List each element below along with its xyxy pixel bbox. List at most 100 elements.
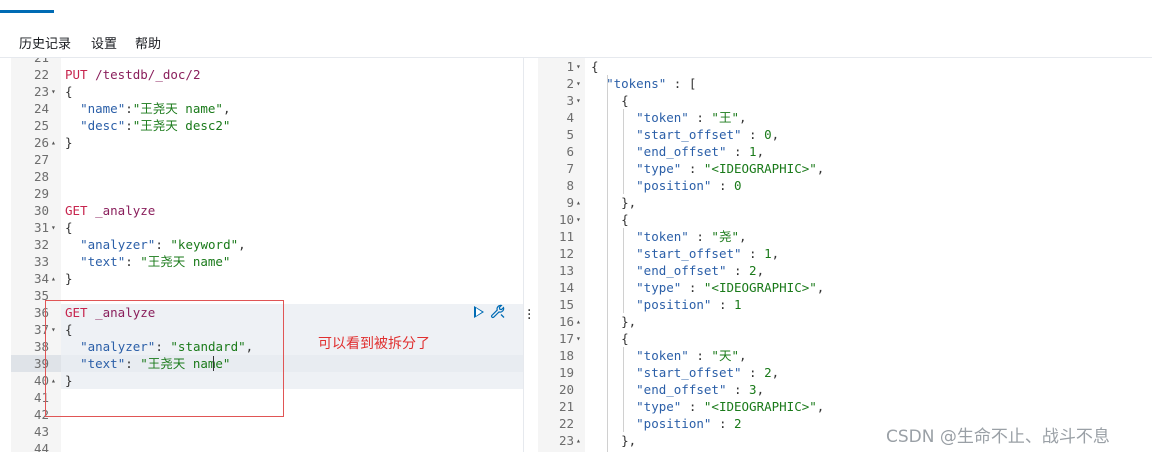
code-text[interactable]: "start_offset" : 2, xyxy=(591,364,779,381)
vertical-dots-icon[interactable]: · · · xyxy=(527,304,531,326)
code-token: : xyxy=(726,144,750,159)
text-cursor xyxy=(213,356,214,371)
code-text[interactable]: "type" : "<IDEOGRAPHIC>", xyxy=(591,398,824,415)
code-token: , xyxy=(738,229,747,244)
code-token: : xyxy=(125,118,133,133)
code-text[interactable]: }, xyxy=(591,432,636,449)
fold-close-icon[interactable]: ▴ xyxy=(51,372,56,389)
code-token: : xyxy=(125,101,133,116)
code-text[interactable]: "position" : 1 xyxy=(591,296,741,313)
code-text[interactable]: } xyxy=(65,270,73,287)
menu-help[interactable]: 帮助 xyxy=(135,33,161,52)
code-token: "<IDEOGRAPHIC>" xyxy=(703,161,817,176)
code-text[interactable]: }, xyxy=(591,313,636,330)
fold-close-icon[interactable]: ▴ xyxy=(576,313,581,330)
code-text[interactable]: } xyxy=(65,372,73,389)
code-text[interactable]: "text": "王尧天 name" xyxy=(65,253,230,270)
code-text[interactable]: "end_offset" : 3, xyxy=(591,381,764,398)
code-text[interactable]: "end_offset" : 1, xyxy=(591,143,764,160)
fold-open-icon[interactable]: ▾ xyxy=(576,92,581,109)
code-token: "王尧天 desc2" xyxy=(132,118,231,133)
code-text[interactable]: "position" : 2 xyxy=(591,415,741,432)
code-token: : xyxy=(741,365,765,380)
code-token: "<IDEOGRAPHIC>" xyxy=(703,280,817,295)
code-token: "token" xyxy=(636,110,689,125)
code-text[interactable]: "type" : "<IDEOGRAPHIC>", xyxy=(591,279,824,296)
code-text[interactable]: "analyzer": "standard", xyxy=(65,338,253,355)
code-text[interactable]: "start_offset" : 1, xyxy=(591,245,779,262)
code-text[interactable]: "type" : "<IDEOGRAPHIC>", xyxy=(591,160,824,177)
code-token: _analyze xyxy=(95,203,156,218)
code-text[interactable]: { xyxy=(591,211,629,228)
code-text[interactable]: "token" : "尧", xyxy=(591,228,747,245)
line-number: 21 xyxy=(11,58,49,66)
fold-open-icon[interactable]: ▾ xyxy=(576,75,581,92)
fold-close-icon[interactable]: ▴ xyxy=(576,194,581,211)
line-number: 30 xyxy=(33,203,49,218)
fold-open-icon[interactable]: ▾ xyxy=(51,83,56,100)
code-token: } xyxy=(65,135,73,150)
code-text[interactable]: "token" : "天", xyxy=(591,347,746,364)
code-text[interactable]: "name":"王尧天 name", xyxy=(65,100,230,117)
code-text[interactable]: PUT /testdb/_doc/2 xyxy=(65,66,200,83)
line-number: 38 xyxy=(33,339,49,354)
code-token: "keyword" xyxy=(170,237,239,252)
line-number: 17 xyxy=(558,331,574,346)
line-number: 29 xyxy=(33,186,49,201)
code-token: : xyxy=(726,263,750,278)
fold-open-icon[interactable]: ▾ xyxy=(576,211,581,228)
line-number: 37 xyxy=(33,322,49,337)
code-text[interactable]: { xyxy=(65,321,73,338)
code-text[interactable]: "end_offset" : 2, xyxy=(591,262,764,279)
fold-open-icon[interactable]: ▾ xyxy=(576,330,581,347)
fold-close-icon[interactable]: ▴ xyxy=(51,134,56,151)
fold-close-icon[interactable]: ▴ xyxy=(576,432,581,449)
line-number: 22 xyxy=(558,416,574,431)
request-highlight xyxy=(61,321,523,338)
code-text[interactable]: "text": "王尧天 name" xyxy=(65,355,230,372)
code-text[interactable]: { xyxy=(591,58,599,75)
code-text[interactable]: { xyxy=(591,92,629,109)
code-text[interactable]: GET _analyze xyxy=(65,304,155,321)
code-text[interactable]: "start_offset" : 0, xyxy=(591,126,779,143)
code-token: : xyxy=(681,399,704,414)
wrench-icon[interactable] xyxy=(490,304,506,320)
code-token: }, xyxy=(591,433,637,448)
code-token: "王尧天 name" xyxy=(140,356,231,371)
code-text[interactable]: "token" : "王", xyxy=(591,109,746,126)
code-text[interactable]: { xyxy=(591,330,629,347)
play-icon[interactable] xyxy=(474,306,484,318)
code-token: { xyxy=(591,59,599,74)
fold-close-icon[interactable]: ▴ xyxy=(51,270,56,287)
code-text[interactable]: "desc":"王尧天 desc2" xyxy=(65,117,230,134)
menu-settings[interactable]: 设置 xyxy=(91,33,117,52)
fold-open-icon[interactable]: ▾ xyxy=(51,321,56,338)
indent-guide xyxy=(607,75,608,452)
request-editor[interactable]: 2122PUT /testdb/_doc/223▾{24 "name":"王尧天… xyxy=(11,58,523,452)
fold-open-icon[interactable]: ▾ xyxy=(576,58,581,75)
code-token: : xyxy=(688,348,712,363)
code-text[interactable]: GET _analyze xyxy=(65,202,155,219)
code-token: GET xyxy=(65,305,96,320)
code-text[interactable]: }, xyxy=(591,194,636,211)
fold-open-icon[interactable]: ▾ xyxy=(51,219,56,236)
line-number: 28 xyxy=(33,169,49,184)
code-token: : xyxy=(726,382,750,397)
code-token: , xyxy=(816,280,825,295)
code-text[interactable]: } xyxy=(65,134,73,151)
code-token: : xyxy=(681,280,704,295)
code-token: , xyxy=(771,365,780,380)
code-text[interactable]: "position" : 0 xyxy=(591,177,741,194)
code-text[interactable]: "analyzer": "keyword", xyxy=(65,236,246,253)
line-number: 33 xyxy=(33,254,49,269)
code-token: : xyxy=(155,339,171,354)
line-number: 5 xyxy=(566,127,574,142)
code-text[interactable]: { xyxy=(65,83,73,100)
code-text[interactable]: { xyxy=(65,219,73,236)
menu-history[interactable]: 历史记录 xyxy=(19,33,71,52)
